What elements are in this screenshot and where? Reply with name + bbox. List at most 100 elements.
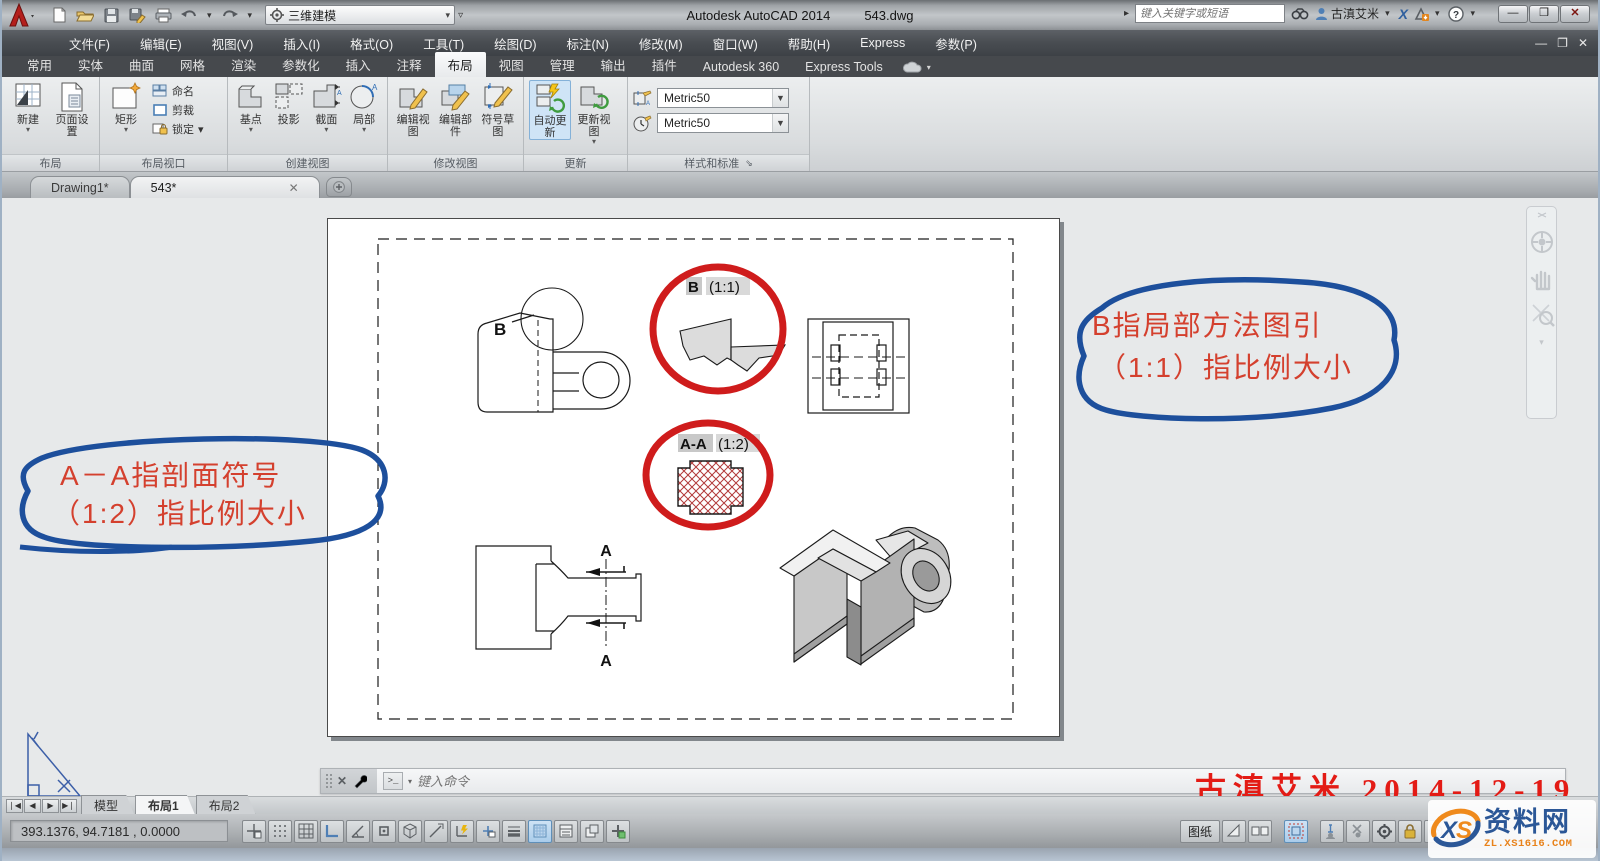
- menu-express[interactable]: Express: [845, 30, 920, 56]
- autodesk360-control[interactable]: ▾: [1414, 7, 1443, 21]
- ribbon-tab-view[interactable]: 视图: [486, 52, 537, 77]
- viewport-top-view[interactable]: [478, 288, 630, 412]
- ribbon-tab-parametric[interactable]: 参数化: [269, 52, 333, 77]
- recent-commands-caret-icon[interactable]: ▾: [408, 777, 412, 786]
- command-prompt-icon[interactable]: >_: [383, 772, 403, 790]
- selection-cycling-toggle[interactable]: [580, 820, 604, 843]
- help-control[interactable]: ? ▾: [1448, 6, 1478, 22]
- viewport-lock-button[interactable]: 锁定 ▾: [149, 120, 207, 138]
- symbol-sketch-button[interactable]: 符号草图: [478, 80, 518, 138]
- viewport-named-button[interactable]: 命名: [149, 82, 207, 100]
- open-file-button[interactable]: [74, 5, 96, 25]
- ribbon-tab-mesh[interactable]: 网格: [167, 52, 218, 77]
- panel-styles-title[interactable]: 样式和标准 ⇘: [628, 154, 809, 171]
- section-style-combo[interactable]: Metric50 ▼: [657, 88, 789, 108]
- close-button[interactable]: ✕: [1560, 5, 1590, 23]
- navbar-close-icon[interactable]: [1536, 211, 1548, 219]
- last-layout-button[interactable]: ▶❘: [60, 799, 77, 813]
- ribbon-tab-manage[interactable]: 管理: [537, 52, 588, 77]
- command-wrench-icon[interactable]: [352, 774, 367, 789]
- panel-viewports-title[interactable]: 布局视口: [100, 154, 227, 171]
- quick-properties-toggle[interactable]: [554, 820, 578, 843]
- page-setup-button[interactable]: 页面设置: [51, 80, 93, 138]
- workspace-selector[interactable]: 三维建模 ▾: [265, 5, 455, 25]
- snap-mode-toggle[interactable]: [268, 820, 292, 843]
- ribbon-tab-plugins[interactable]: 插件: [639, 52, 690, 77]
- grid-display-toggle[interactable]: [294, 820, 318, 843]
- prev-layout-button[interactable]: ◀: [24, 799, 41, 813]
- next-layout-button[interactable]: ▶: [42, 799, 59, 813]
- menu-parameters[interactable]: 参数(P): [920, 30, 992, 56]
- new-tab-button[interactable]: [326, 177, 352, 197]
- base-view-button[interactable]: 基点 ▾: [233, 80, 269, 134]
- plot-button[interactable]: [152, 5, 174, 25]
- detail-style-icon[interactable]: [633, 115, 652, 132]
- save-as-button[interactable]: [126, 5, 148, 25]
- paper-sheet[interactable]: B B (1:1): [327, 218, 1060, 737]
- viewport-clip-button[interactable]: 剪裁: [149, 101, 207, 119]
- dynamic-ucs-toggle[interactable]: [450, 820, 474, 843]
- sign-in-control[interactable]: 古滇艾米 ▾: [1315, 5, 1393, 22]
- infer-constraints-toggle[interactable]: [242, 820, 266, 843]
- ribbon-tab-surface[interactable]: 曲面: [116, 52, 167, 77]
- detail-style-combo[interactable]: Metric50 ▼: [657, 113, 789, 133]
- command-line-grip[interactable]: ✕: [321, 769, 377, 793]
- section-style-icon[interactable]: A: [633, 90, 652, 107]
- ribbon-tab-render[interactable]: 渲染: [218, 52, 269, 77]
- ribbon-tab-layout[interactable]: 布局: [435, 52, 486, 77]
- file-tab-543[interactable]: 543* ✕: [130, 176, 320, 198]
- first-layout-button[interactable]: ❘◀: [6, 799, 23, 813]
- exchange-apps-icon[interactable]: X: [1399, 6, 1408, 22]
- annotation-monitor-toggle[interactable]: [606, 820, 630, 843]
- viewport-side-view[interactable]: [808, 319, 909, 413]
- auto-update-button[interactable]: 自动更新: [529, 80, 571, 140]
- autocad-logo-icon[interactable]: [6, 2, 40, 28]
- file-tab-drawing1[interactable]: Drawing1*: [30, 176, 130, 198]
- navigation-bar[interactable]: ▾: [1526, 206, 1557, 419]
- annotation-autoscale-button[interactable]: [1346, 820, 1370, 843]
- projected-view-button[interactable]: 投影: [271, 80, 307, 126]
- annotation-visibility-button[interactable]: [1320, 820, 1344, 843]
- new-layout-button[interactable]: 新建 ▾: [7, 80, 49, 134]
- lock-ui-button[interactable]: [1398, 820, 1422, 843]
- search-binoculars-icon[interactable]: [1291, 7, 1309, 21]
- pan-hand-icon[interactable]: [1530, 265, 1554, 291]
- transparency-toggle[interactable]: [528, 820, 552, 843]
- ribbon-tab-home[interactable]: 常用: [14, 52, 65, 77]
- menu-help[interactable]: 帮助(H): [773, 30, 845, 56]
- ribbon-tab-autodesk360[interactable]: Autodesk 360: [690, 57, 792, 77]
- section-view-button[interactable]: A 截面 ▾: [309, 80, 345, 134]
- quick-view-layouts-button[interactable]: [1222, 820, 1246, 843]
- undo-dropdown[interactable]: ▾: [204, 10, 215, 21]
- dynamic-input-toggle[interactable]: [476, 820, 500, 843]
- panel-layout-title[interactable]: 布局: [2, 154, 99, 171]
- styles-dialog-launcher-icon[interactable]: ⇘: [745, 158, 753, 169]
- lineweight-toggle[interactable]: [502, 820, 526, 843]
- undo-button[interactable]: [178, 5, 200, 25]
- ribbon-tab-express-tools[interactable]: Express Tools: [792, 57, 896, 77]
- viewport-rect-button[interactable]: 矩形 ▾: [105, 80, 147, 134]
- viewport-front-view[interactable]: [476, 546, 641, 649]
- minimize-button[interactable]: —: [1498, 5, 1528, 23]
- panel-modify-view-title[interactable]: 修改视图: [388, 154, 523, 171]
- panel-create-view-title[interactable]: 创建视图: [228, 154, 387, 171]
- save-button[interactable]: [100, 5, 122, 25]
- object-snap-tracking-toggle[interactable]: [424, 820, 448, 843]
- coordinates-readout[interactable]: 393.1376, 94.7181 , 0.0000: [10, 820, 228, 842]
- edit-components-button[interactable]: 编辑部件: [435, 80, 475, 138]
- ortho-mode-toggle[interactable]: [320, 820, 344, 843]
- ribbon-options-caret-icon[interactable]: ▾: [927, 63, 931, 72]
- ribbon-tab-annotate[interactable]: 注释: [384, 52, 435, 77]
- object-snap-toggle[interactable]: [372, 820, 396, 843]
- paper-model-toggle-button[interactable]: 图纸: [1180, 820, 1220, 843]
- redo-button[interactable]: [219, 5, 241, 25]
- ribbon-cloud-icon[interactable]: [902, 61, 924, 74]
- infocenter-collapse-icon[interactable]: ▸: [1124, 8, 1129, 19]
- steering-wheel-icon[interactable]: [1530, 229, 1554, 255]
- detail-view-button[interactable]: A 局部 ▾: [346, 80, 382, 134]
- restore-button[interactable]: ❒: [1529, 5, 1559, 23]
- redo-dropdown[interactable]: ▾: [245, 10, 256, 21]
- viewport-preview-button[interactable]: [1284, 820, 1308, 843]
- new-file-button[interactable]: [48, 5, 70, 25]
- quick-view-drawings-button[interactable]: [1248, 820, 1272, 843]
